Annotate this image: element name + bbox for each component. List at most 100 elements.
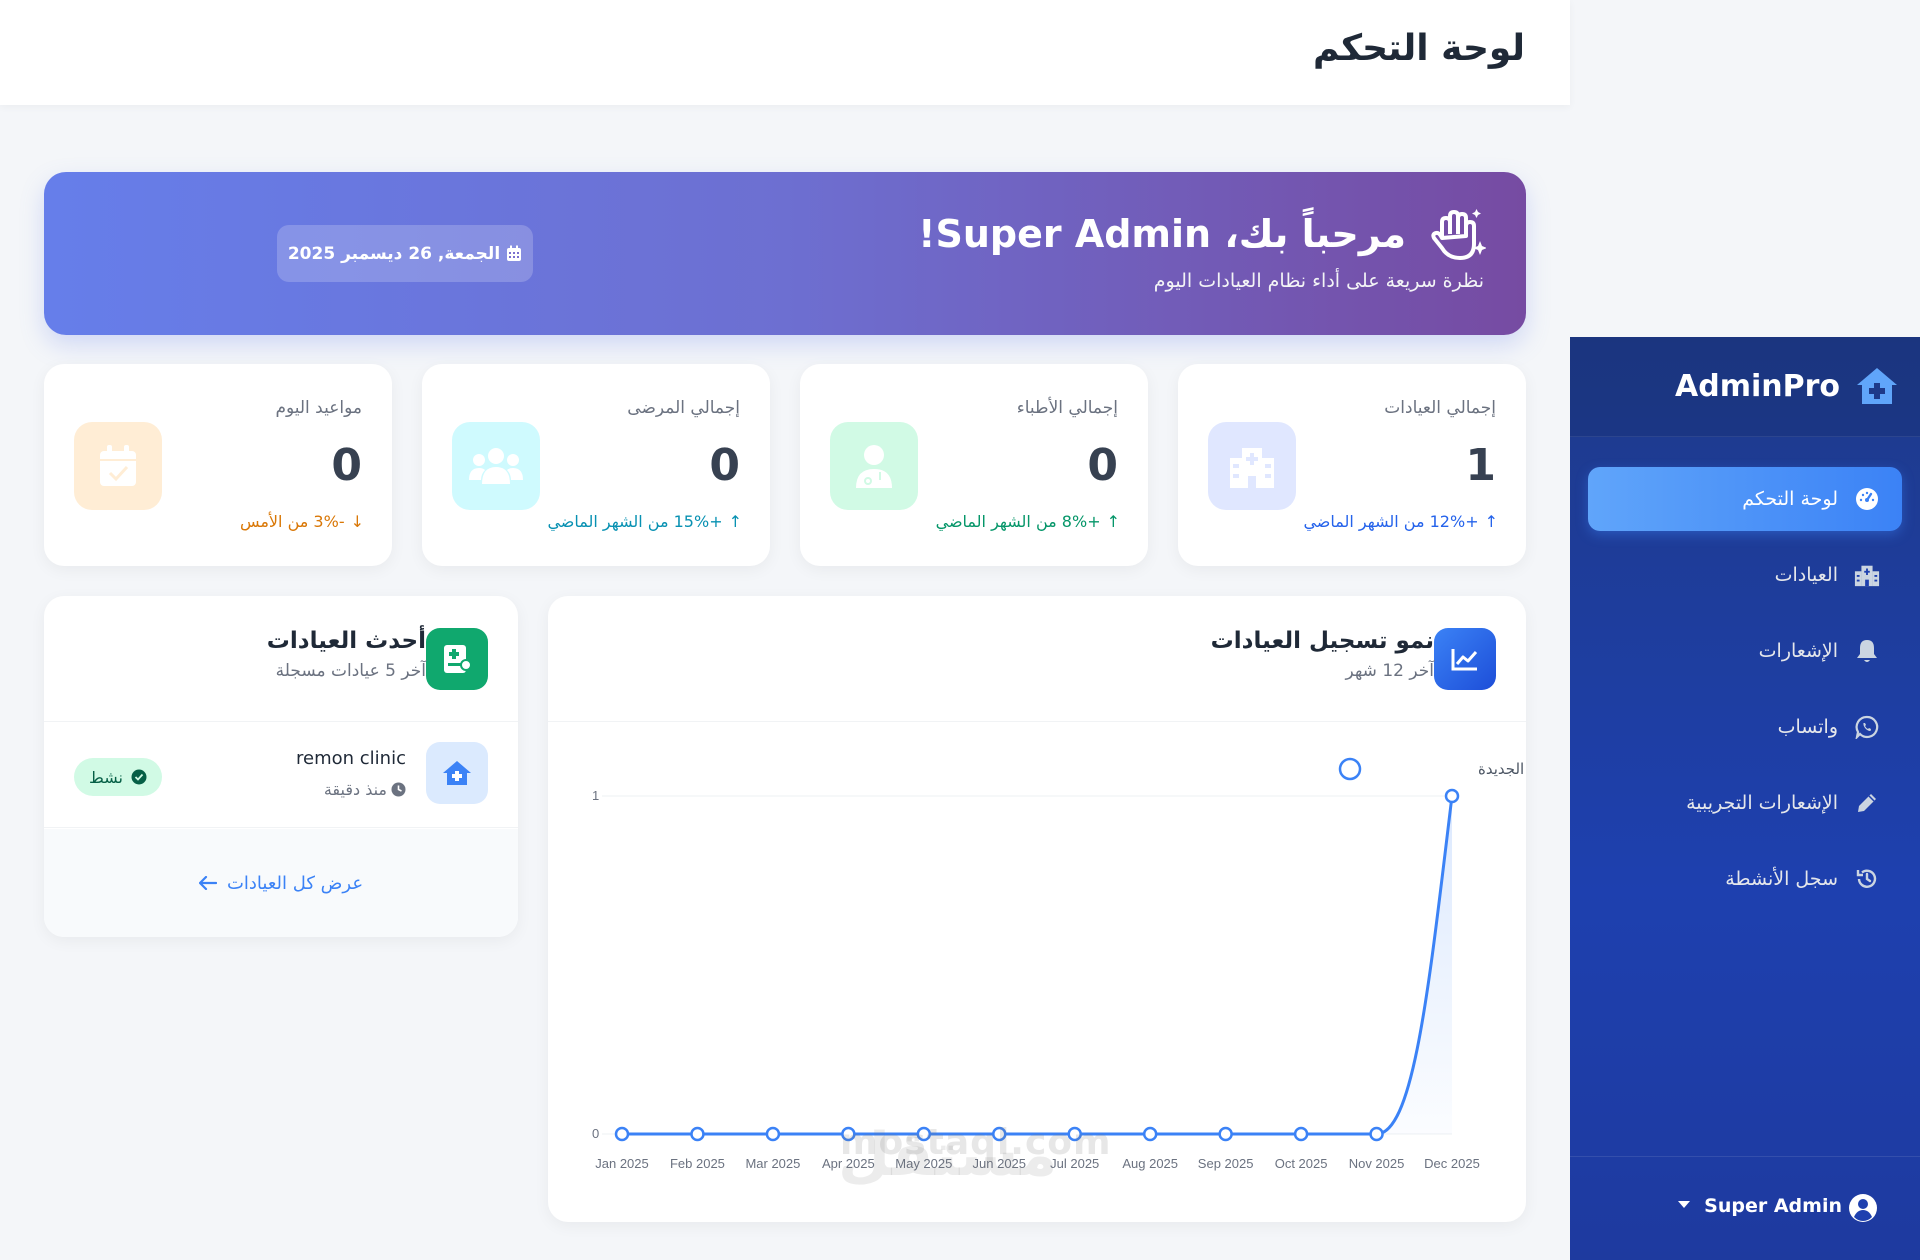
sidebar-item-clinics[interactable]: العيادات	[1588, 543, 1902, 607]
data-point	[765, 1126, 781, 1142]
stat-card-patients: إجمالي المرضى 0 ↑ +15% من الشهر الماضي	[422, 364, 770, 566]
sidebar-item-test-notifications[interactable]: الإشعارات التجريبية	[1588, 771, 1902, 835]
user-circle-icon	[1849, 1194, 1877, 1222]
hospital-icon	[1854, 562, 1880, 588]
clinic-card-icon	[426, 628, 488, 690]
bell-icon	[1854, 638, 1880, 664]
sidebar-item-label: لوحة التحكم	[1742, 488, 1838, 510]
sidebar-item-label: سجل الأنشطة	[1725, 868, 1838, 890]
chart-title: نمو تسجيل العيادات	[1210, 628, 1434, 654]
clinic-name: remon clinic	[296, 748, 406, 769]
series-area	[622, 796, 1452, 1134]
waving-hand-icon	[1431, 209, 1486, 260]
whatsapp-icon	[1854, 714, 1880, 740]
watermark-latin: mostaql.com	[840, 1122, 1112, 1163]
list-item[interactable]: remon clinic منذ دقيقة نشط	[44, 722, 518, 828]
view-all-label: عرض كل العيادات	[226, 872, 364, 894]
sidebar-item-label: واتساب	[1777, 716, 1838, 738]
page-title: لوحة التحكم	[1312, 28, 1525, 69]
chevron-down-icon	[1678, 1201, 1690, 1208]
check-circle-icon	[131, 769, 147, 785]
x-tick-label: Oct 2025	[1275, 1156, 1328, 1171]
stat-value: 1	[1465, 440, 1496, 491]
clinic-house-icon	[426, 742, 488, 804]
arrow-up-icon: ↑	[1484, 512, 1498, 531]
stat-trend-text: +8% من الشهر الماضي	[935, 512, 1101, 531]
legend-label: العيادات الجديدة	[1478, 760, 1526, 778]
pen-icon	[1854, 790, 1880, 816]
calendar-icon	[507, 245, 522, 261]
series-line	[622, 795, 1454, 1136]
legend-marker	[1338, 757, 1362, 781]
sidebar-nav: لوحة التحكم العيادات الإشعارات واتساب ال…	[1588, 467, 1902, 923]
stat-label: إجمالي الأطباء	[1016, 398, 1118, 418]
stat-label: إجمالي العيادات	[1384, 398, 1496, 418]
stat-card-clinics: إجمالي العيادات 1 ↑ +12% من الشهر الماضي	[1178, 364, 1526, 566]
date-badge: الجمعة, 26 ديسمبر 2025	[277, 225, 533, 282]
data-point	[614, 1126, 630, 1142]
calendar-check-icon	[74, 422, 162, 510]
x-tick-label: Mar 2025	[745, 1156, 800, 1171]
stat-trend: ↑ +12% من الشهر الماضي	[1303, 512, 1498, 531]
sidebar-item-dashboard[interactable]: لوحة التحكم	[1588, 467, 1902, 531]
status-text: نشط	[89, 767, 123, 787]
stat-trend: ↑ +15% من الشهر الماضي	[547, 512, 742, 531]
recent-clinics-footer: عرض كل العيادات	[44, 829, 518, 937]
greeting-subtitle: نظرة سريعة على أداء نظام العيادات اليوم	[1153, 270, 1484, 292]
stat-value: 0	[331, 440, 362, 491]
stat-label: مواعيد اليوم	[275, 398, 362, 418]
y-tick-label: 0	[592, 1126, 599, 1141]
date-text: الجمعة, 26 ديسمبر 2025	[287, 243, 501, 264]
data-point	[1369, 1126, 1384, 1142]
welcome-banner: مرحباً بك، Super Admin! نظرة سريعة على أ…	[44, 172, 1526, 335]
clinic-house-icon	[1857, 368, 1897, 404]
top-header: لوحة التحكم	[0, 0, 1570, 105]
stat-trend: ↓ -3% من الأمس	[240, 512, 364, 531]
sidebar-item-label: العيادات	[1774, 564, 1838, 586]
stat-label: إجمالي المرضى	[627, 398, 740, 418]
arrow-down-icon: ↓	[350, 512, 364, 531]
x-tick-label: Aug 2025	[1122, 1156, 1178, 1171]
data-point	[1293, 1126, 1309, 1142]
clinic-time-text: منذ دقيقة	[323, 780, 387, 799]
clock-icon	[391, 782, 406, 797]
user-name: Super Admin	[1704, 1195, 1842, 1217]
sidebar-item-notifications[interactable]: الإشعارات	[1588, 619, 1902, 683]
stat-value: 0	[709, 440, 740, 491]
x-tick-label: Dec 2025	[1424, 1156, 1480, 1171]
history-icon	[1854, 866, 1880, 892]
sidebar-item-activity-log[interactable]: سجل الأنشطة	[1588, 847, 1902, 911]
clinic-time: منذ دقيقة	[324, 780, 406, 799]
stat-trend: ↑ +8% من الشهر الماضي	[936, 512, 1120, 531]
stat-card-appointments: مواعيد اليوم 0 ↓ -3% من الأمس	[44, 364, 392, 566]
data-point	[1444, 788, 1460, 804]
hospital-icon	[1208, 422, 1296, 510]
stat-trend-text: +15% من الشهر الماضي	[547, 512, 723, 531]
data-point	[1218, 1126, 1233, 1142]
sidebar: AdminPro لوحة التحكم العيادات الإشعارات …	[1570, 337, 1920, 1260]
recent-clinics-card: أحدث العيادات آخر 5 عيادات مسجلة remon c…	[44, 596, 518, 937]
arrow-up-icon: ↑	[728, 512, 742, 531]
recent-clinics-header: أحدث العيادات آخر 5 عيادات مسجلة	[44, 596, 518, 722]
sidebar-brand[interactable]: AdminPro	[1570, 337, 1920, 437]
view-all-clinics-link[interactable]: عرض كل العيادات	[198, 872, 364, 894]
doctor-icon	[830, 422, 918, 510]
stat-trend-text: +12% من الشهر الماضي	[1303, 512, 1479, 531]
sidebar-user-menu[interactable]: Super Admin	[1570, 1156, 1920, 1260]
status-badge: نشط	[74, 758, 162, 796]
recent-clinics-title: أحدث العيادات	[266, 628, 426, 654]
brand-name: AdminPro	[1675, 369, 1840, 404]
line-chart-icon	[1434, 628, 1496, 690]
sidebar-item-label: الإشعارات التجريبية	[1686, 792, 1838, 814]
x-tick-label: Sep 2025	[1198, 1156, 1254, 1171]
stat-value: 0	[1087, 440, 1118, 491]
data-point	[1142, 1126, 1158, 1142]
stat-card-doctors: إجمالي الأطباء 0 ↑ +8% من الشهر الماضي	[800, 364, 1148, 566]
stat-trend-text: -3% من الأمس	[239, 512, 345, 531]
gauge-icon	[1854, 486, 1880, 512]
arrow-up-icon: ↑	[1106, 512, 1120, 531]
y-tick-label: 1	[592, 788, 599, 803]
x-tick-label: Nov 2025	[1349, 1156, 1405, 1171]
greeting-text: مرحباً بك، Super Admin!	[918, 212, 1406, 256]
sidebar-item-whatsapp[interactable]: واتساب	[1588, 695, 1902, 759]
